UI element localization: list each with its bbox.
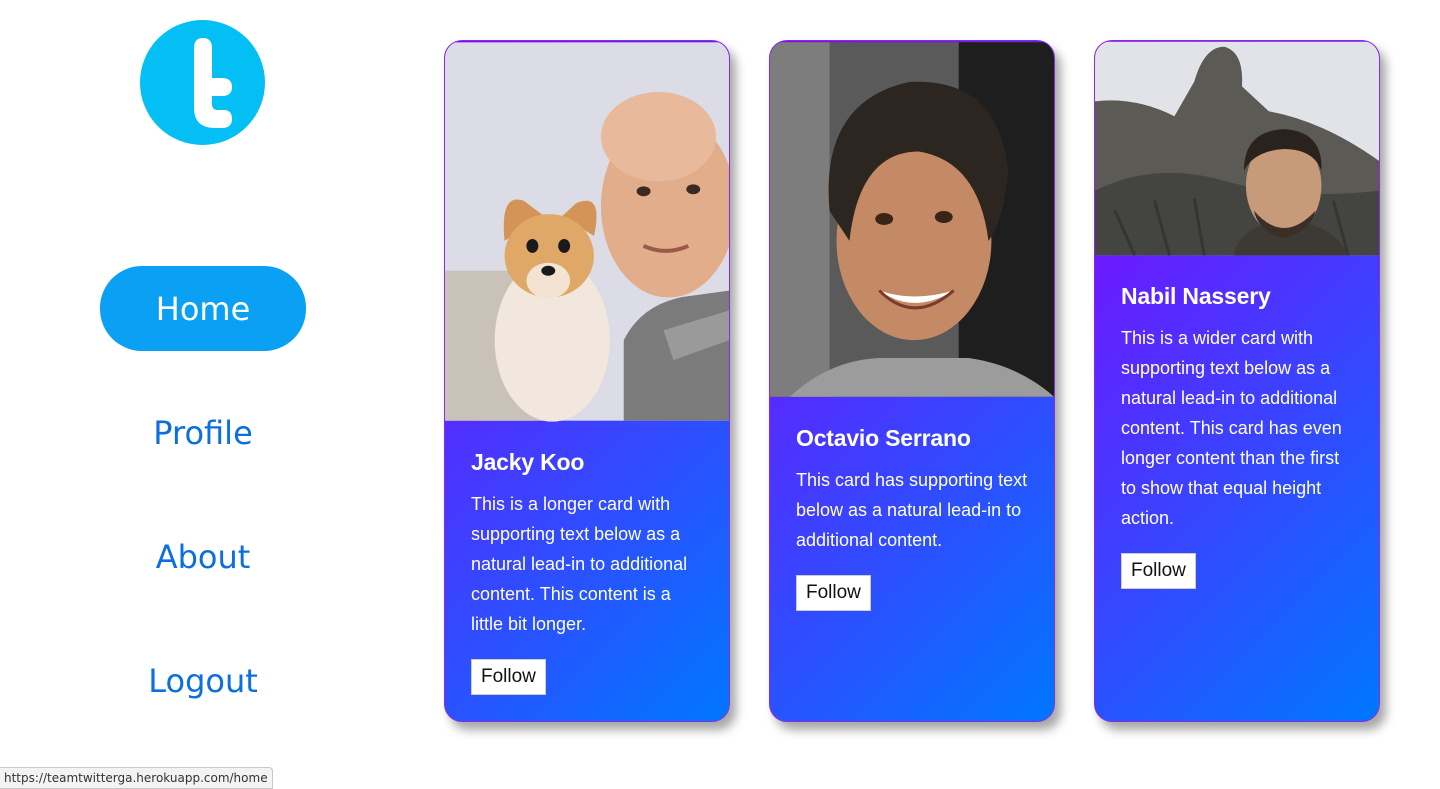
nav-home-button[interactable]: Home bbox=[100, 266, 306, 351]
user-card-octavio-serrano: Octavio Serrano This card has supporting… bbox=[769, 40, 1055, 722]
smiling-man-portrait-photo bbox=[770, 42, 1054, 397]
nav-profile-link[interactable]: Profile bbox=[103, 410, 303, 456]
user-card-jacky-koo: Jacky Koo This is a longer card with sup… bbox=[444, 40, 730, 722]
nav-about-link[interactable]: About bbox=[103, 534, 303, 580]
user-card-nabil-nassery: Nabil Nassery This is a wider card with … bbox=[1094, 40, 1380, 722]
card-name: Nabil Nassery bbox=[1121, 283, 1271, 309]
card-text: This is a wider card with supporting tex… bbox=[1121, 328, 1342, 528]
card-name: Jacky Koo bbox=[471, 449, 585, 475]
follow-button[interactable]: Follow bbox=[1121, 553, 1196, 589]
card-text: This card has supporting text below as a… bbox=[796, 470, 1028, 550]
follow-button[interactable]: Follow bbox=[796, 575, 871, 611]
status-bar-url: https://teamtwitterga.herokuapp.com/home bbox=[0, 767, 273, 789]
follow-button[interactable]: Follow bbox=[471, 659, 546, 695]
man-with-dog-photo bbox=[445, 42, 729, 422]
nav-logout-link[interactable]: Logout bbox=[103, 658, 303, 704]
twitter-t-logo-icon bbox=[194, 38, 232, 128]
man-with-statue-photo bbox=[1095, 41, 1379, 256]
card-text: This is a longer card with supporting te… bbox=[471, 494, 688, 634]
app-logo[interactable] bbox=[140, 20, 265, 145]
card-name: Octavio Serrano bbox=[796, 425, 971, 451]
